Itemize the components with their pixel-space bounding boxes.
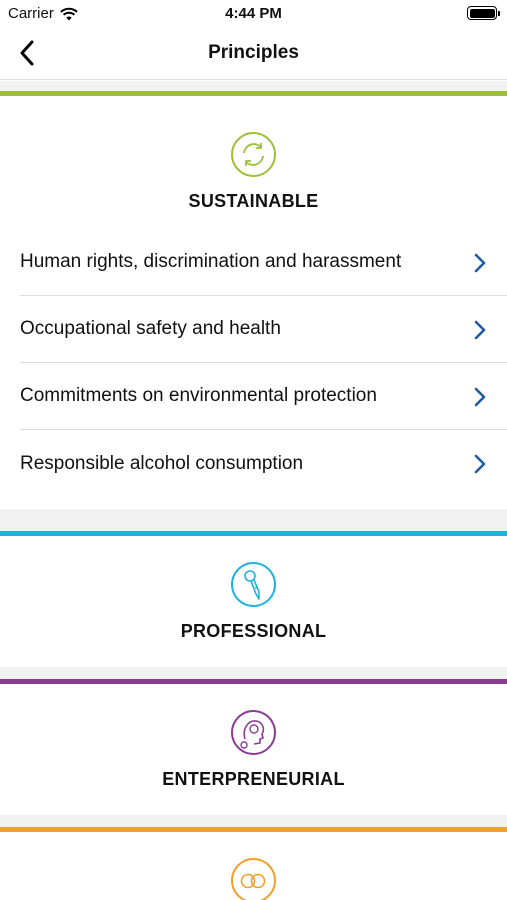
navigation-bar: Principles [0,28,507,80]
chevron-right-icon [474,454,486,474]
section-title: PROFESSIONAL [180,621,327,641]
section-accent-bar [0,531,507,536]
recycle-cycle-icon [231,132,276,177]
section-professional[interactable]: PROFESSIONAL [0,531,507,667]
head-idea-icon [231,710,276,755]
list-item[interactable]: Responsible alcohol consumption [20,430,507,497]
section-accent-bar [0,91,507,96]
section-accent-bar [0,827,507,832]
list-item[interactable]: Human rights, discrimination and harassm… [20,229,507,296]
sustainable-items-list: Human rights, discrimination and harassm… [20,229,507,497]
list-item-label: Occupational safety and health [20,318,281,339]
list-item-label: Human rights, discrimination and harassm… [20,251,402,272]
list-item-label: Commitments on environmental protection [20,385,377,406]
chevron-right-icon [474,320,486,340]
section-enterpreneurial[interactable]: ENTERPRENEURIAL [0,679,507,815]
list-item[interactable]: Occupational safety and health [20,296,507,363]
section-sustainable[interactable]: SUSTAINABLE Human rights, discrimination… [0,91,507,509]
list-item-label: Responsible alcohol consumption [20,452,304,474]
page-title: Principles [208,42,299,63]
pen-tool-icon [231,562,276,607]
chevron-right-icon [474,253,486,273]
list-item[interactable]: Commitments on environmental protection [20,363,507,430]
principles-list[interactable]: SUSTAINABLE Human rights, discrimination… [0,81,507,900]
battery-icon [467,6,500,20]
status-time: 4:44 PM [225,5,282,22]
section-title: SUSTAINABLE [188,191,319,211]
section-accent-bar [0,679,507,684]
section-title: ENTERPRENEURIAL [162,769,345,789]
section-fourth[interactable] [0,827,507,900]
linked-rings-icon [231,858,276,900]
status-bar: Carrier 4:44 PM [0,0,507,28]
chevron-right-icon [474,387,486,407]
